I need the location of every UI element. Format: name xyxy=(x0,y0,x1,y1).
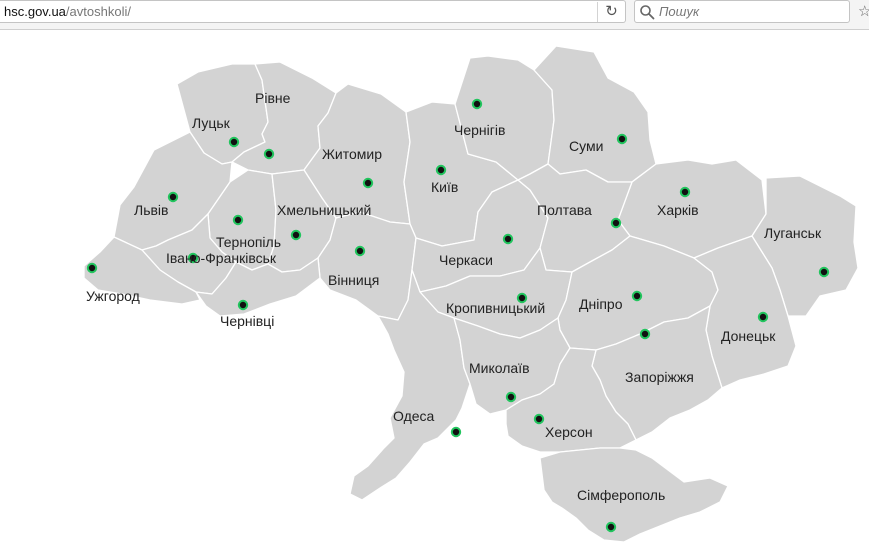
label-rivne[interactable]: Рівне xyxy=(255,90,290,106)
city-marker[interactable] xyxy=(232,214,244,226)
city-marker[interactable] xyxy=(505,391,517,403)
label-kharkiv[interactable]: Харків xyxy=(657,202,699,218)
city-marker[interactable] xyxy=(237,299,249,311)
city-marker[interactable] xyxy=(471,98,483,110)
label-zhytomyr[interactable]: Житомир xyxy=(322,146,382,162)
search-input[interactable] xyxy=(659,3,845,20)
city-marker[interactable] xyxy=(610,217,622,229)
label-ivano-frankivsk[interactable]: Івано-Франківськ xyxy=(166,250,276,266)
city-marker[interactable] xyxy=(605,521,617,533)
address-bar[interactable]: hsc.gov.ua/avtoshkoli/ ↻ xyxy=(0,0,626,23)
city-marker[interactable] xyxy=(228,136,240,148)
city-marker[interactable] xyxy=(354,245,366,257)
label-cherkasy[interactable]: Черкаси xyxy=(439,252,493,268)
city-marker[interactable] xyxy=(616,133,628,145)
label-uzhhorod[interactable]: Ужгород xyxy=(86,288,140,304)
label-simferopol[interactable]: Сімферополь xyxy=(577,487,665,503)
city-marker[interactable] xyxy=(86,262,98,274)
city-marker[interactable] xyxy=(639,328,651,340)
city-marker[interactable] xyxy=(818,266,830,278)
search-box[interactable] xyxy=(634,0,850,23)
label-sumy[interactable]: Суми xyxy=(569,138,603,154)
region-shape[interactable] xyxy=(317,211,417,321)
label-luhansk[interactable]: Луганськ xyxy=(764,225,821,241)
label-zaporizhzhia[interactable]: Запоріжжя xyxy=(625,369,694,385)
city-marker[interactable] xyxy=(502,233,514,245)
city-marker[interactable] xyxy=(757,311,769,323)
city-marker[interactable] xyxy=(679,186,691,198)
city-marker[interactable] xyxy=(450,426,462,438)
magnifier-icon xyxy=(640,5,655,20)
city-marker[interactable] xyxy=(167,191,179,203)
label-khmelnytskyi[interactable]: Хмельницький xyxy=(277,202,371,218)
city-marker[interactable] xyxy=(631,290,643,302)
city-marker[interactable] xyxy=(263,148,275,160)
label-lviv[interactable]: Львів xyxy=(134,202,168,218)
label-lutsk[interactable]: Луцьк xyxy=(192,115,230,131)
ukraine-regions-map: Рівне Луцьк Житомир Чернігів Суми Київ Л… xyxy=(0,31,869,546)
label-odesa[interactable]: Одеса xyxy=(393,408,434,424)
browser-toolbar: hsc.gov.ua/avtoshkoli/ ↻ ☆ xyxy=(0,0,869,30)
url-path: /avtoshkoli/ xyxy=(65,4,131,19)
label-donetsk[interactable]: Донецьк xyxy=(721,328,775,344)
label-kropyvnytskyi[interactable]: Кропивницький xyxy=(446,300,545,316)
city-marker[interactable] xyxy=(533,413,545,425)
star-icon[interactable]: ☆ xyxy=(858,2,869,20)
label-vinnytsia[interactable]: Вінниця xyxy=(328,272,379,288)
city-marker[interactable] xyxy=(290,229,302,241)
city-marker[interactable] xyxy=(362,177,374,189)
label-kyiv[interactable]: Київ xyxy=(431,179,458,195)
reload-button[interactable]: ↻ xyxy=(597,2,625,22)
label-poltava[interactable]: Полтава xyxy=(537,202,592,218)
reload-icon: ↻ xyxy=(605,3,618,20)
city-marker[interactable] xyxy=(435,164,447,176)
label-kherson[interactable]: Херсон xyxy=(545,424,593,440)
label-chernivtsi[interactable]: Чернівці xyxy=(220,313,274,329)
label-dnipro[interactable]: Дніпро xyxy=(579,296,622,312)
label-chernihiv[interactable]: Чернігів xyxy=(454,122,505,138)
label-mykolaiv[interactable]: Миколаїв xyxy=(469,360,530,376)
url-host: hsc.gov.ua xyxy=(4,4,66,19)
url-text[interactable]: hsc.gov.ua/avtoshkoli/ xyxy=(4,4,131,19)
label-ternopil[interactable]: Тернопіль xyxy=(216,234,281,250)
